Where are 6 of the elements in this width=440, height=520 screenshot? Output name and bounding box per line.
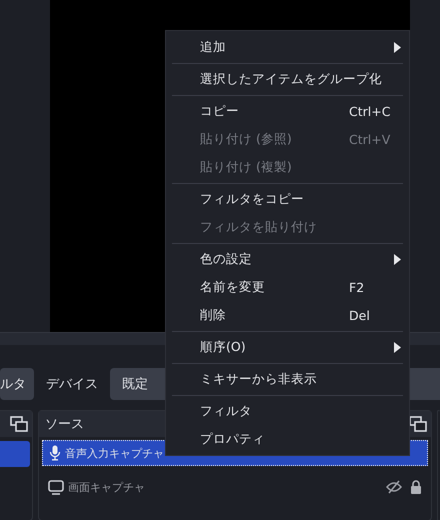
panel-title: ソース bbox=[45, 416, 84, 433]
shortcut-label: Del bbox=[349, 308, 370, 322]
device-label: デバイス bbox=[46, 376, 98, 393]
shortcut-label: F2 bbox=[349, 280, 364, 294]
shortcut-label: Ctrl+C bbox=[349, 104, 390, 118]
shortcut-label: Ctrl+V bbox=[349, 132, 390, 146]
